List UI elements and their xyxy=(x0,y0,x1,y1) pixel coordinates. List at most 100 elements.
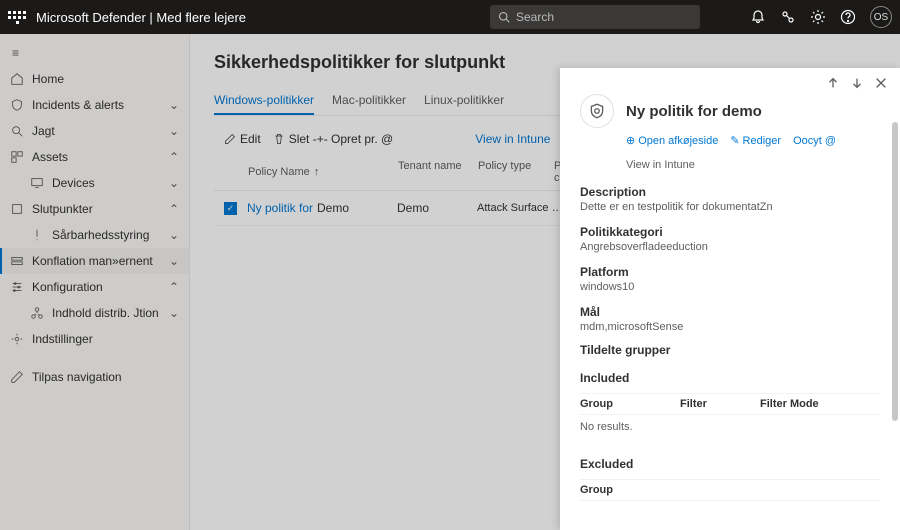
sidebar-item-dist[interactable]: Indhold distrib. Jtion⌄ xyxy=(0,300,189,326)
sidebar-item-endpoints[interactable]: Slutpunkter ⌃ xyxy=(0,196,189,222)
view-intune-link[interactable]: View in Intune xyxy=(475,132,550,146)
row-checkbox[interactable] xyxy=(224,202,237,215)
tab-mac[interactable]: Mac-politikker xyxy=(332,87,406,115)
delete-create-button[interactable]: Slet -+- Opret pr. @ xyxy=(273,132,394,146)
search-icon xyxy=(498,11,510,23)
gear-icon xyxy=(10,332,24,346)
pencil-icon xyxy=(10,370,24,384)
close-icon[interactable] xyxy=(874,76,888,90)
cell-type: Attack Surface Red... xyxy=(477,202,567,214)
sidebar-item-incidents[interactable]: Incidents & alerts ⌄ xyxy=(0,92,189,118)
sort-up-icon: ↑ xyxy=(314,166,320,178)
sidebar-item-devices[interactable]: Devices ⌄ xyxy=(0,170,189,196)
sidebar-label: Home xyxy=(32,72,64,86)
open-page-action[interactable]: ⊕ Open afkøjeside xyxy=(626,134,718,147)
sidebar-label: Sårbarhedsstyring xyxy=(52,228,149,242)
col-name[interactable]: Policy Name ↑ xyxy=(248,160,398,184)
arrow-down-icon[interactable] xyxy=(850,76,864,90)
arrow-up-icon[interactable] xyxy=(826,76,840,90)
chevron-down-icon: ⌄ xyxy=(169,254,179,268)
dist-icon xyxy=(30,306,44,320)
hunt-icon xyxy=(10,124,24,138)
help-icon[interactable] xyxy=(840,9,856,25)
sidebar-item-home[interactable]: Home xyxy=(0,66,189,92)
sidebar: ≡ Home Incidents & alerts⌄ Jagt⌄ Assets⌃… xyxy=(0,34,190,530)
chevron-up-icon: ⌃ xyxy=(169,202,179,216)
home-icon xyxy=(10,72,24,86)
chevron-down-icon: ⌄ xyxy=(169,306,179,320)
edit-button[interactable]: Edit xyxy=(224,132,261,146)
sidebar-label: Konfiguration xyxy=(32,280,103,294)
device-icon xyxy=(30,176,44,190)
cell-tenant: Demo xyxy=(397,201,477,215)
excluded-heading: Excluded xyxy=(580,457,880,471)
edit-action[interactable]: ✎ Rediger xyxy=(730,134,781,147)
sidebar-item-vuln[interactable]: Sårbarhedsstyring ⌄ xyxy=(0,222,189,248)
panel-actions: ⊕ Open afkøjeside ✎ Rediger Oocyt @ View… xyxy=(626,134,880,171)
sidebar-item-hunt[interactable]: Jagt⌄ xyxy=(0,118,189,144)
sidebar-label: Devices xyxy=(52,176,95,190)
sidebar-item-customize[interactable]: Tilpas navigation xyxy=(0,364,189,390)
col-tenant[interactable]: Tenant name xyxy=(398,160,478,184)
top-icons: OS xyxy=(750,6,892,28)
sidebar-label: Indstillinger xyxy=(32,332,93,346)
included-no-results: No results. xyxy=(580,415,880,443)
chevron-down-icon: ⌄ xyxy=(169,98,179,112)
vuln-icon xyxy=(30,228,44,242)
description-heading: Description xyxy=(580,185,880,199)
col-filter: Filter xyxy=(680,398,760,410)
topbar: Microsoft Defender | Med flere lejere Se… xyxy=(0,0,900,34)
category-heading: Politikkategori xyxy=(580,225,880,239)
oocyt-action[interactable]: Oocyt @ xyxy=(793,134,836,147)
app-title: Microsoft Defender | Med flere lejere xyxy=(36,10,246,25)
assets-icon xyxy=(10,150,24,164)
policy-shield-icon xyxy=(580,94,614,128)
target-value: mdm,microsoftSense xyxy=(580,321,880,333)
excluded-table-header: Group xyxy=(580,479,880,501)
waffle-icon[interactable] xyxy=(8,8,26,26)
included-heading: Included xyxy=(580,371,880,385)
shield-icon xyxy=(10,98,24,112)
platform-value: windows10 xyxy=(580,281,880,293)
avatar[interactable]: OS xyxy=(870,6,892,28)
sidebar-label: Jagt xyxy=(32,124,55,138)
button-label: Edit xyxy=(240,132,261,146)
target-heading: Mål xyxy=(580,305,880,319)
search-input[interactable]: Search xyxy=(490,5,700,29)
connect-icon[interactable] xyxy=(780,9,796,25)
pencil-icon xyxy=(224,133,236,145)
chevron-down-icon: ⌄ xyxy=(169,176,179,190)
sidebar-label: Slutpunkter xyxy=(32,202,93,216)
category-value: Angrebsoverfladeeduction xyxy=(580,241,880,253)
bell-icon[interactable] xyxy=(750,9,766,25)
cell-demo: Demo xyxy=(317,201,397,215)
col-filtermode: Filter Mode xyxy=(760,398,840,410)
sidebar-item-configuration[interactable]: Konfiguration ⌃ xyxy=(0,274,189,300)
platform-heading: Platform xyxy=(580,265,880,279)
chevron-up-icon: ⌃ xyxy=(169,150,179,164)
gear-icon[interactable] xyxy=(810,9,826,25)
col-group: Group xyxy=(580,484,680,496)
sidebar-label: Incidents & alerts xyxy=(32,98,124,112)
included-table-header: Group Filter Filter Mode xyxy=(580,393,880,415)
endpoint-icon xyxy=(10,202,24,216)
sidebar-item-settings[interactable]: Indstillinger xyxy=(0,326,189,352)
tab-linux[interactable]: Linux-politikker xyxy=(424,87,504,115)
panel-scrollbar[interactable] xyxy=(892,122,898,520)
sidebar-item-configmgmt[interactable]: Konflation man»ernent ⌄ xyxy=(0,248,189,274)
details-panel: Ny politik for demo ⊕ Open afkøjeside ✎ … xyxy=(560,68,900,530)
panel-header-actions xyxy=(560,68,900,94)
chevron-up-icon: ⌃ xyxy=(169,280,179,294)
tab-windows[interactable]: Windows-politikker xyxy=(214,87,314,115)
description-value: Dette er en testpolitik for dokumentatZn xyxy=(580,201,880,213)
sliders-icon xyxy=(10,280,24,294)
col-type[interactable]: Policy type xyxy=(478,160,554,184)
trash-icon xyxy=(273,133,285,145)
cell-name[interactable]: Ny politik for xyxy=(247,201,317,215)
sidebar-label: Konflation man»ernent xyxy=(32,254,153,268)
assigned-heading: Tildelte grupper xyxy=(580,343,880,357)
chevron-down-icon: ⌄ xyxy=(169,228,179,242)
view-intune-action[interactable]: View in Intune xyxy=(626,159,695,171)
collapse-nav-icon[interactable]: ≡ xyxy=(0,40,189,66)
sidebar-item-assets[interactable]: Assets⌃ xyxy=(0,144,189,170)
